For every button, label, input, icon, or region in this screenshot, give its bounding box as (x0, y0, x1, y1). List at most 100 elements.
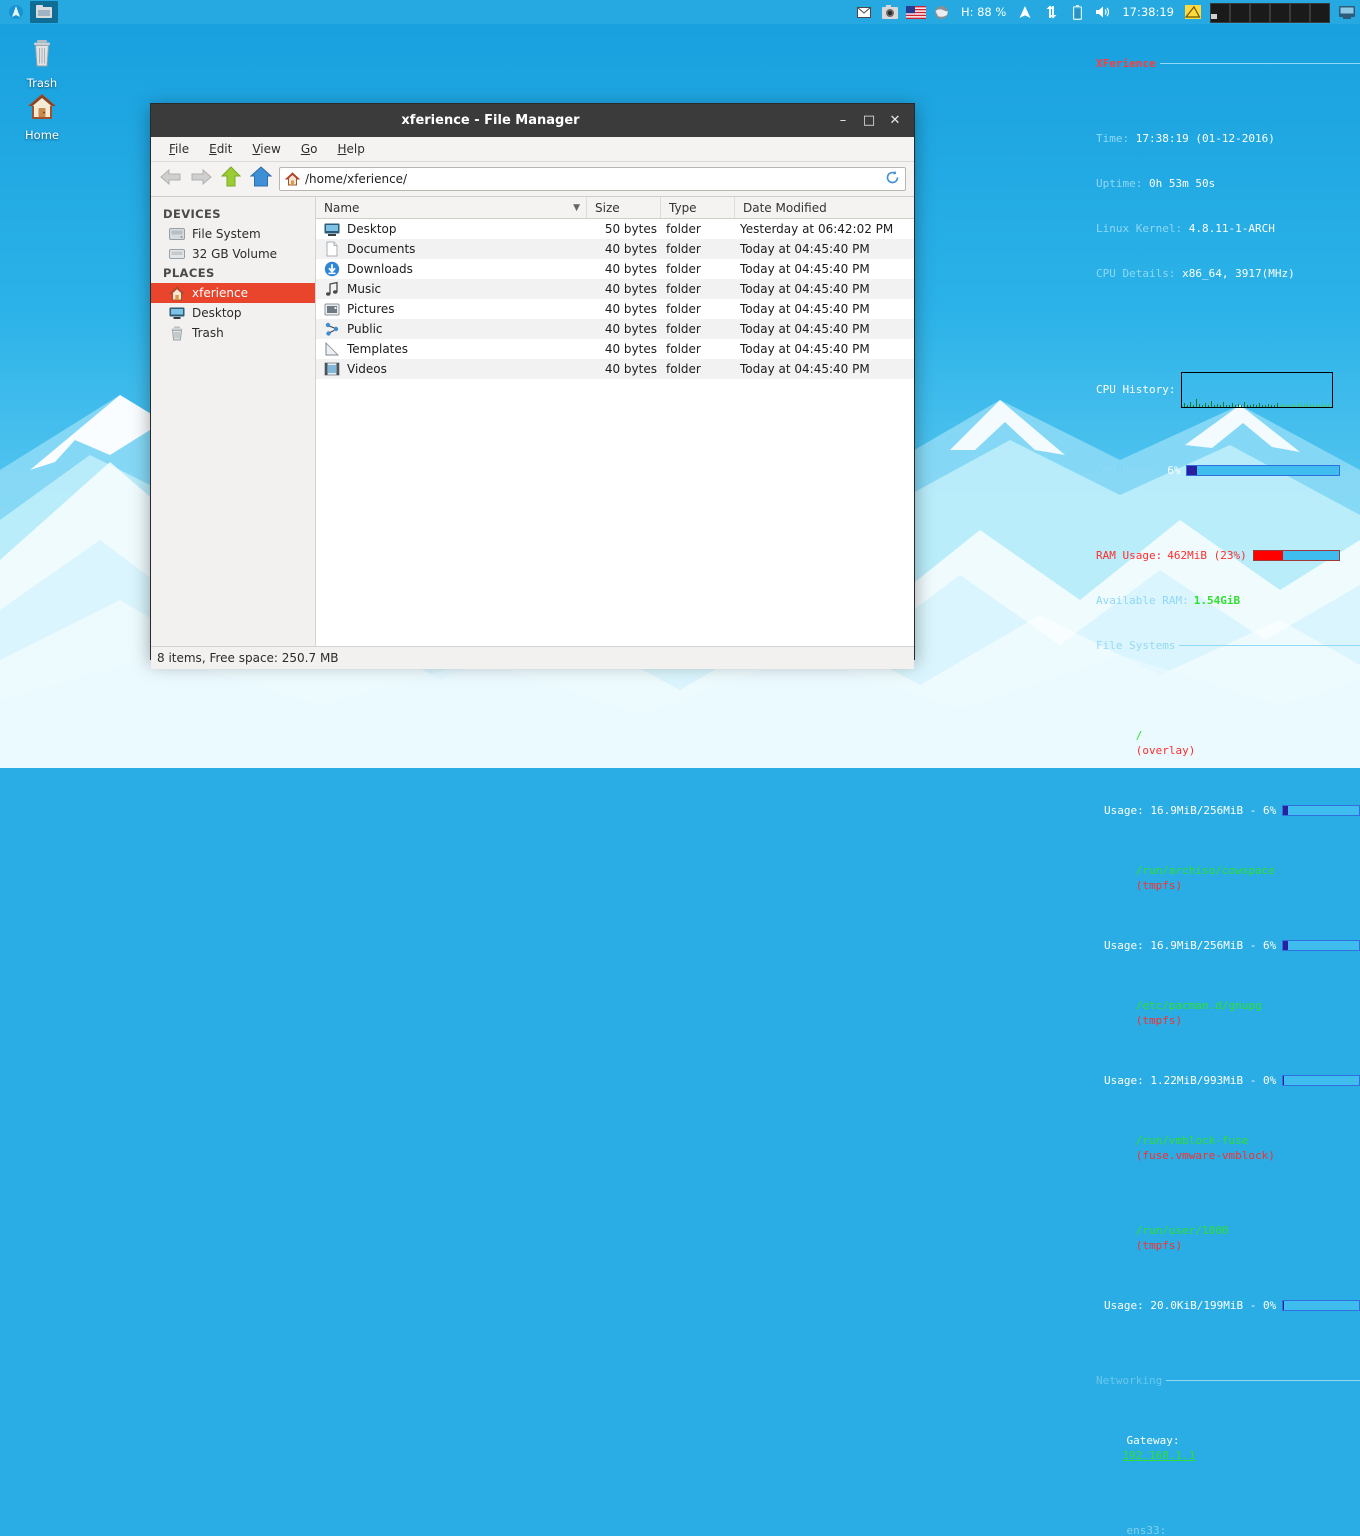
panel-launchers (0, 0, 58, 24)
column-header-type-label: Type (669, 201, 697, 215)
menu-view[interactable]: View (242, 139, 290, 159)
arch-logo-icon[interactable] (4, 0, 28, 24)
sidebar-item-label: xferience (192, 286, 248, 300)
back-arrow-icon[interactable] (159, 166, 183, 192)
table-row[interactable]: Documents 40 bytes folder Today at 04:45… (316, 239, 914, 259)
conky-system-monitor: XFerience Time: 17:38:19 (01-12-2016) Up… (1096, 26, 1360, 606)
file-manager-task-button[interactable] (30, 1, 58, 23)
desktop-icon-trash[interactable]: Trash (4, 38, 80, 90)
path-entry[interactable]: /home/xferience/ (279, 167, 906, 191)
us-flag-keyboard-icon[interactable] (903, 0, 929, 24)
desktop-icon-home[interactable]: Home (4, 90, 80, 142)
home-icon (169, 286, 185, 301)
camera-icon[interactable] (877, 0, 903, 24)
sidebar-item-trash[interactable]: Trash (151, 323, 315, 343)
conky-ram-usage-row: RAM Usage: 462MiB (23%) (1096, 548, 1360, 563)
workspace-3[interactable] (1250, 3, 1270, 23)
file-date: Today at 04:45:40 PM (735, 242, 914, 256)
table-row[interactable]: Templates 40 bytes folder Today at 04:45… (316, 339, 914, 359)
mail-icon[interactable] (851, 0, 877, 24)
table-row[interactable]: Pictures 40 bytes folder Today at 04:45:… (316, 299, 914, 319)
workspace-1[interactable] (1210, 3, 1230, 23)
conky-networking-header: Networking (1096, 1373, 1162, 1388)
conky-ram-usage-bar (1253, 550, 1340, 561)
table-row[interactable]: Public 40 bytes folder Today at 04:45:40… (316, 319, 914, 339)
window-body: DEVICES File System 32 GB Volume PLACES … (151, 197, 914, 646)
conky-fs-type: (fuse.vmware-vmblock) (1136, 1149, 1275, 1162)
menu-file[interactable]: FFileile (159, 139, 199, 159)
menu-go[interactable]: Go (291, 139, 328, 159)
downloads-folder-icon (324, 261, 340, 277)
window-titlebar[interactable]: xferience - File Manager – □ ✕ (151, 104, 914, 137)
file-size: 40 bytes (587, 262, 661, 276)
workspace-6[interactable] (1310, 3, 1330, 23)
column-header-date[interactable]: Date Modified (735, 197, 914, 218)
menu-help[interactable]: Help (327, 139, 374, 159)
file-name: Pictures (347, 302, 395, 316)
conky-fs-usage: Usage: 16.9MiB/256MiB - 6% (1104, 803, 1276, 818)
home-icon (25, 90, 59, 124)
humidity-indicator[interactable]: H: 88 % (955, 5, 1012, 19)
file-date: Today at 04:45:40 PM (735, 342, 914, 356)
arch-updates-icon[interactable] (1012, 0, 1038, 24)
network-icon[interactable] (1038, 0, 1064, 24)
sort-indicator-icon: ▼ (573, 203, 580, 213)
table-row[interactable]: Videos 40 bytes folder Today at 04:45:40… (316, 359, 914, 379)
column-header-name[interactable]: Name ▼ (316, 197, 587, 218)
column-header-type[interactable]: Type (661, 197, 735, 218)
workspace-4[interactable] (1270, 3, 1290, 23)
workspace-2[interactable] (1230, 3, 1250, 23)
file-name: Documents (347, 242, 415, 256)
conky-fs-item: /run/vmblock-fuse (fuse.vmware-vmblock) (1096, 1118, 1360, 1178)
pictures-folder-icon (324, 301, 340, 317)
close-button[interactable]: ✕ (882, 104, 908, 137)
file-type: folder (661, 282, 735, 296)
conky-available-ram-row: Available RAM: 1.54GiB (1096, 593, 1360, 608)
reload-icon[interactable] (885, 170, 900, 189)
trash-icon (27, 38, 57, 72)
clock[interactable]: 17:38:19 (1116, 5, 1180, 19)
conky-filesystems-header: File Systems (1096, 638, 1175, 653)
battery-icon[interactable] (1064, 0, 1090, 24)
file-type: folder (661, 362, 735, 376)
conky-fs-usage: Usage: 1.22MiB/993MiB - 0% (1104, 1073, 1276, 1088)
sidebar-item-file-system[interactable]: File System (151, 224, 315, 244)
file-date: Yesterday at 06:42:02 PM (735, 222, 914, 236)
table-row[interactable]: Music 40 bytes folder Today at 04:45:40 … (316, 279, 914, 299)
conky-uptime-label: Uptime: (1096, 177, 1142, 190)
show-desktop-icon[interactable] (1334, 0, 1360, 24)
table-row[interactable]: Downloads 40 bytes folder Today at 04:45… (316, 259, 914, 279)
conky-fs-item: /run/archiso/cowspace (tmpfs) (1096, 848, 1360, 908)
globe-icon[interactable] (929, 0, 955, 24)
menu-bar: FFileile Edit View Go Help (151, 137, 914, 162)
workspace-pager[interactable] (1210, 3, 1330, 21)
conky-fs-usage: Usage: 20.0KiB/199MiB - 0% (1104, 1298, 1276, 1313)
sidebar-item-desktop[interactable]: Desktop (151, 303, 315, 323)
table-row[interactable]: Desktop 50 bytes folder Yesterday at 06:… (316, 219, 914, 239)
up-arrow-icon[interactable] (219, 165, 243, 193)
conky-fs-mount: /etc/pacman.d/gnupg (1136, 999, 1262, 1012)
file-size: 40 bytes (587, 342, 661, 356)
file-name: Downloads (347, 262, 413, 276)
conky-title: XFerience (1096, 56, 1156, 71)
notes-icon[interactable] (1180, 0, 1206, 24)
workspace-5[interactable] (1290, 3, 1310, 23)
conky-available-ram-value: 1.54GiB (1194, 593, 1240, 608)
file-size: 50 bytes (587, 222, 661, 236)
column-header-size[interactable]: Size (587, 197, 661, 218)
desktop-icon-label: Trash (4, 76, 80, 90)
forward-arrow-icon[interactable] (189, 166, 213, 192)
maximize-button[interactable]: □ (856, 104, 882, 137)
home-button-icon[interactable] (249, 165, 273, 193)
conky-fs-mount: /run/archiso/cowspace (1136, 864, 1275, 877)
conky-filesystems-header-row: File Systems (1096, 638, 1360, 653)
minimize-button[interactable]: – (830, 104, 856, 137)
sidebar-item-xferience[interactable]: xferience (151, 283, 315, 303)
sidebar-item-32gb-volume[interactable]: 32 GB Volume (151, 244, 315, 264)
volume-icon[interactable] (1090, 0, 1116, 24)
conky-fs-bar (1282, 805, 1360, 816)
conky-fs-type: (tmpfs) (1136, 879, 1182, 892)
menu-edit[interactable]: Edit (199, 139, 242, 159)
conky-networking-header-row: Networking (1096, 1373, 1360, 1388)
file-type: folder (661, 342, 735, 356)
